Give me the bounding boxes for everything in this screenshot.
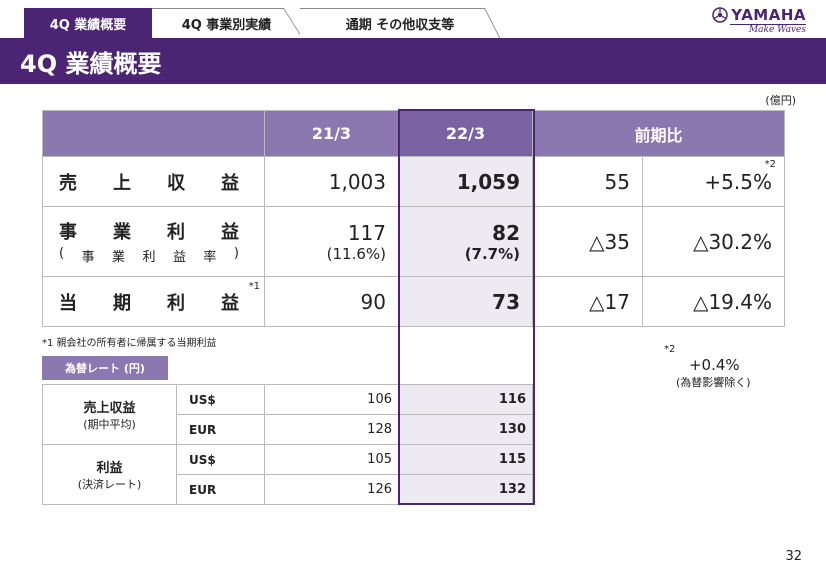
footnote-2-value: +0.4% [688,356,740,374]
fx-currency: EUR [176,474,265,505]
fx-current: 116 [398,384,533,415]
label-char: 上 [113,172,131,194]
net-income-prior: 90 [264,276,399,327]
page-number: 32 [785,549,802,564]
row-label-operating-income: 事 業 利 益 ( 事 業 利 益 率 ) [42,206,265,277]
fx-currency: EUR [176,414,265,445]
unit-label: (億円) [765,94,796,107]
header-prior-year: 21/3 [264,110,399,157]
operating-income-pct: △30.2% [642,206,785,277]
label-char: 利 [167,292,185,314]
footnote-2: *2 +0.4% (為替影響除く) [664,344,751,390]
label-char: 業 [113,222,131,243]
fx-rate-table: 売上収益 (期中平均) US$ 106 116 EUR 128 130 利益 (… [42,384,533,505]
label-char: 当 [59,292,77,314]
net-income-pct: △19.4% [642,276,785,327]
label-char: 率 [203,250,217,265]
tab-4q-overview[interactable]: 4Q 業績概要 [24,8,152,38]
label-char: 利 [167,222,185,243]
label-char: ) [233,246,239,261]
footnote-2-mark: *2 [664,344,676,355]
revenue-diff: 55 [532,156,643,207]
tuning-forks-icon [712,7,729,23]
header-yoy: 前期比 [532,110,785,157]
footnote-2-desc: (為替影響除く) [676,376,751,389]
label-char: 益 [221,172,239,194]
label-char: 事 [81,250,95,265]
fx-currency: US$ [176,384,265,415]
tab-label: 4Q 業績概要 [49,17,127,33]
margin-value: (11.6%) [326,244,386,263]
fx-prior: 126 [264,474,399,505]
fx-currency: US$ [176,444,265,475]
header-empty [42,110,265,157]
operating-income-prior: 117 (11.6%) [264,206,399,277]
fx-group-sub: (期中平均) [83,418,136,431]
label-char: 益 [172,250,186,265]
table-row: 当 期 利 益 *1 90 73 △17 △19.4% [42,276,785,327]
label-char: ( [59,246,65,261]
table-row: 売 上 収 益 1,003 1,059 55 +5.5% *2 [42,156,785,207]
label-char: 事 [59,222,77,243]
margin-value: (7.7%) [464,244,520,263]
fx-current: 130 [398,414,533,445]
operating-income-diff: △35 [532,206,643,277]
revenue-pct-cell: +5.5% *2 [642,156,785,207]
revenue-prior: 1,003 [264,156,399,207]
label-char: 利 [142,250,156,265]
footnote-mark-1: *1 [248,281,260,292]
revenue-current: 1,059 [398,156,533,207]
fx-rate-label: 為替レート (円) [42,356,168,380]
value: 117 [347,220,386,245]
fx-current: 115 [398,444,533,475]
tab-4q-segment-results[interactable]: 4Q 事業別実績 [152,8,302,38]
row-label-net-income: 当 期 利 益 *1 [42,276,265,327]
label-char: 益 [221,222,239,243]
fx-group-name: 売上収益 [83,401,136,416]
net-income-current: 73 [398,276,533,327]
fx-prior: 105 [264,444,399,475]
label-char: 収 [167,172,185,194]
label-char: 益 [221,292,239,314]
footnote-mark-2: *2 [764,159,776,170]
fx-group-revenue: 売上収益 (期中平均) [42,384,177,445]
results-table: 21/3 22/3 前期比 売 上 収 益 1,003 1,059 55 +5.… [42,110,785,327]
fx-group-profit: 利益 (決済レート) [42,444,177,505]
logo-tagline: Make Waves [730,24,806,35]
revenue-pct: +5.5% [704,169,772,194]
fx-current: 132 [398,474,533,505]
table-header-row: 21/3 22/3 前期比 [42,110,785,157]
header-current-year: 22/3 [398,110,533,157]
net-income-diff: △17 [532,276,643,327]
tab-label: 通期 その他収支等 [345,18,455,33]
label-char: 期 [113,292,131,314]
page-title-bar: 4Q 業績概要 [0,38,826,84]
tab-full-year-other[interactable]: 通期 その他収支等 [300,8,500,38]
fx-prior: 128 [264,414,399,445]
operating-income-current: 82 (7.7%) [398,206,533,277]
table-row: 売上収益 (期中平均) US$ 106 116 [42,384,533,445]
footnote-1: *1 親会社の所有者に帰属する当期利益 [42,338,217,349]
row-label-revenue: 売 上 収 益 [42,156,265,207]
table-row: 事 業 利 益 ( 事 業 利 益 率 ) 117 (11.6%) 82 (7.… [42,206,785,277]
logo-name: YAMAHA [731,6,806,24]
tab-label: 4Q 事業別実績 [181,18,272,33]
page-title: 4Q 業績概要 [20,49,162,78]
table-row: 利益 (決済レート) US$ 105 115 [42,444,533,505]
fx-group-sub: (決済レート) [77,478,142,491]
fx-group-name: 利益 [96,461,123,476]
label-char: 業 [112,250,126,265]
value: 82 [492,220,520,245]
yamaha-logo: YAMAHA Make Waves [712,6,806,35]
fx-prior: 106 [264,384,399,415]
label-char: 売 [59,172,77,194]
